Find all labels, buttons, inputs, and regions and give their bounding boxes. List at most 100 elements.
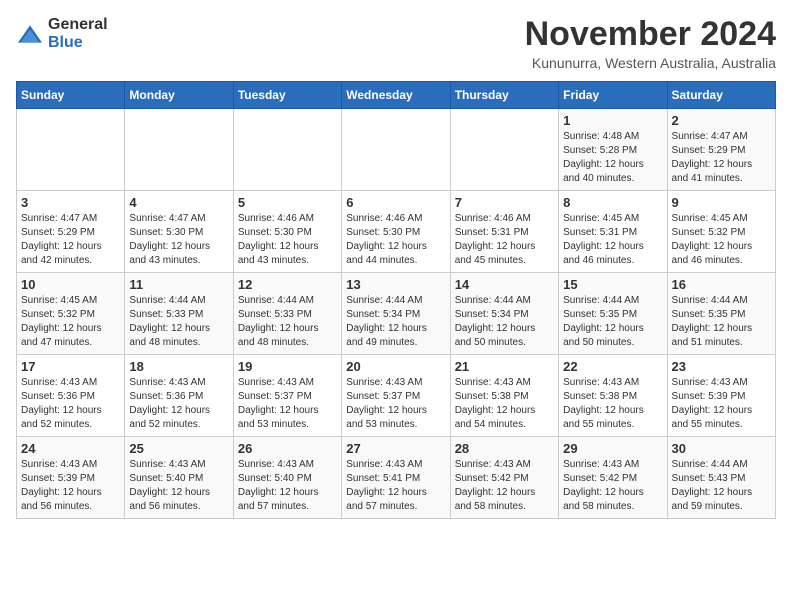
- week-row-2: 10Sunrise: 4:45 AM Sunset: 5:32 PM Dayli…: [17, 273, 776, 355]
- logo-icon: [16, 24, 44, 44]
- day-number: 13: [346, 277, 445, 292]
- calendar-cell: 29Sunrise: 4:43 AM Sunset: 5:42 PM Dayli…: [559, 437, 667, 519]
- calendar-cell: 18 Sunrise: 4:43 AM Sunset: 5:36 PM Dayli…: [125, 355, 233, 437]
- day-number: 23: [672, 359, 771, 374]
- day-number: 14: [455, 277, 554, 292]
- day-number: 8: [563, 195, 662, 210]
- calendar-header: SundayMondayTuesdayWednesdayThursdayFrid…: [17, 82, 776, 109]
- weekday-header-wednesday: Wednesday: [342, 82, 450, 109]
- day-info: Sunrise: 4:43 AM Sunset: 5:37 PM Dayligh…: [238, 376, 337, 432]
- day-info: Sunrise: 4:44 AM Sunset: 5:34 PM Dayligh…: [346, 294, 445, 350]
- day-number: 19: [238, 359, 337, 374]
- day-info: Sunrise: 4:44 AM Sunset: 5:35 PM Dayligh…: [563, 294, 662, 350]
- day-info: Sunrise: 4:44 AM Sunset: 5:35 PM Dayligh…: [672, 294, 771, 350]
- calendar-cell: 1Sunrise: 4:48 AM Sunset: 5:28 PM Daylig…: [559, 109, 667, 191]
- day-info: Sunrise: 4:46 AM Sunset: 5:31 PM Dayligh…: [455, 212, 554, 268]
- day-info: Sunrise: 4:43 AM Sunset: 5:41 PM Dayligh…: [346, 458, 445, 514]
- day-number: 17: [21, 359, 120, 374]
- day-info: Sunrise: 4:43 AM Sunset: 5:38 PM Dayligh…: [455, 376, 554, 432]
- header: General Blue November 2024 Kununurra, We…: [16, 16, 776, 71]
- calendar-cell: 23 Sunrise: 4:43 AM Sunset: 5:39 PM Dayli…: [667, 355, 775, 437]
- day-number: 29: [563, 441, 662, 456]
- day-number: 27: [346, 441, 445, 456]
- day-number: 6: [346, 195, 445, 210]
- day-number: 21: [455, 359, 554, 374]
- calendar-cell: 25Sunrise: 4:43 AM Sunset: 5:40 PM Dayli…: [125, 437, 233, 519]
- calendar-cell: 24 Sunrise: 4:43 AM Sunset: 5:39 PM Dayli…: [17, 437, 125, 519]
- calendar-cell: 30 Sunrise: 4:44 AM Sunset: 5:43 PM Dayli…: [667, 437, 775, 519]
- week-row-3: 17 Sunrise: 4:43 AM Sunset: 5:36 PM Dayli…: [17, 355, 776, 437]
- day-info: Sunrise: 4:43 AM Sunset: 5:36 PM Dayligh…: [21, 376, 120, 432]
- day-number: 24: [21, 441, 120, 456]
- day-number: 5: [238, 195, 337, 210]
- day-info: Sunrise: 4:43 AM Sunset: 5:40 PM Dayligh…: [238, 458, 337, 514]
- day-number: 3: [21, 195, 120, 210]
- calendar-table: SundayMondayTuesdayWednesdayThursdayFrid…: [16, 81, 776, 519]
- logo-general: General: [48, 16, 108, 33]
- calendar-cell: 15 Sunrise: 4:44 AM Sunset: 5:35 PM Dayli…: [559, 273, 667, 355]
- day-number: 4: [129, 195, 228, 210]
- calendar-cell: 13 Sunrise: 4:44 AM Sunset: 5:34 PM Dayli…: [342, 273, 450, 355]
- day-number: 1: [563, 113, 662, 128]
- calendar-cell: 11 Sunrise: 4:44 AM Sunset: 5:33 PM Dayli…: [125, 273, 233, 355]
- calendar-body: 1Sunrise: 4:48 AM Sunset: 5:28 PM Daylig…: [17, 109, 776, 519]
- weekday-header-monday: Monday: [125, 82, 233, 109]
- day-info: Sunrise: 4:46 AM Sunset: 5:30 PM Dayligh…: [238, 212, 337, 268]
- weekday-header-friday: Friday: [559, 82, 667, 109]
- day-number: 12: [238, 277, 337, 292]
- calendar-cell: 21 Sunrise: 4:43 AM Sunset: 5:38 PM Dayli…: [450, 355, 558, 437]
- day-info: Sunrise: 4:43 AM Sunset: 5:40 PM Dayligh…: [129, 458, 228, 514]
- day-info: Sunrise: 4:47 AM Sunset: 5:30 PM Dayligh…: [129, 212, 228, 268]
- header-row: SundayMondayTuesdayWednesdayThursdayFrid…: [17, 82, 776, 109]
- page-subtitle: Kununurra, Western Australia, Australia: [525, 55, 776, 71]
- calendar-cell: 22 Sunrise: 4:43 AM Sunset: 5:38 PM Dayli…: [559, 355, 667, 437]
- logo: General Blue: [16, 16, 108, 52]
- day-number: 18: [129, 359, 228, 374]
- day-info: Sunrise: 4:47 AM Sunset: 5:29 PM Dayligh…: [672, 130, 771, 186]
- calendar-cell: [17, 109, 125, 191]
- week-row-1: 3 Sunrise: 4:47 AM Sunset: 5:29 PM Daylig…: [17, 191, 776, 273]
- weekday-header-tuesday: Tuesday: [233, 82, 341, 109]
- calendar-cell: 17 Sunrise: 4:43 AM Sunset: 5:36 PM Dayli…: [17, 355, 125, 437]
- day-info: Sunrise: 4:45 AM Sunset: 5:31 PM Dayligh…: [563, 212, 662, 268]
- day-info: Sunrise: 4:43 AM Sunset: 5:38 PM Dayligh…: [563, 376, 662, 432]
- calendar-cell: 19 Sunrise: 4:43 AM Sunset: 5:37 PM Dayli…: [233, 355, 341, 437]
- day-number: 15: [563, 277, 662, 292]
- weekday-header-sunday: Sunday: [17, 82, 125, 109]
- calendar-cell: 8 Sunrise: 4:45 AM Sunset: 5:31 PM Daylig…: [559, 191, 667, 273]
- day-info: Sunrise: 4:47 AM Sunset: 5:29 PM Dayligh…: [21, 212, 120, 268]
- calendar-cell: 4 Sunrise: 4:47 AM Sunset: 5:30 PM Daylig…: [125, 191, 233, 273]
- day-info: Sunrise: 4:43 AM Sunset: 5:36 PM Dayligh…: [129, 376, 228, 432]
- day-number: 22: [563, 359, 662, 374]
- page-title: November 2024: [525, 16, 776, 53]
- day-number: 2: [672, 113, 771, 128]
- logo-blue: Blue: [48, 34, 83, 51]
- day-info: Sunrise: 4:44 AM Sunset: 5:43 PM Dayligh…: [672, 458, 771, 514]
- calendar-cell: 27 Sunrise: 4:43 AM Sunset: 5:41 PM Dayli…: [342, 437, 450, 519]
- day-number: 16: [672, 277, 771, 292]
- day-number: 20: [346, 359, 445, 374]
- day-number: 9: [672, 195, 771, 210]
- calendar-cell: 6Sunrise: 4:46 AM Sunset: 5:30 PM Daylig…: [342, 191, 450, 273]
- day-number: 30: [672, 441, 771, 456]
- calendar-cell: 9Sunrise: 4:45 AM Sunset: 5:32 PM Daylig…: [667, 191, 775, 273]
- day-info: Sunrise: 4:43 AM Sunset: 5:39 PM Dayligh…: [672, 376, 771, 432]
- day-info: Sunrise: 4:43 AM Sunset: 5:37 PM Dayligh…: [346, 376, 445, 432]
- calendar-cell: 12Sunrise: 4:44 AM Sunset: 5:33 PM Dayli…: [233, 273, 341, 355]
- calendar-cell: [450, 109, 558, 191]
- day-info: Sunrise: 4:44 AM Sunset: 5:33 PM Dayligh…: [129, 294, 228, 350]
- day-info: Sunrise: 4:45 AM Sunset: 5:32 PM Dayligh…: [21, 294, 120, 350]
- day-info: Sunrise: 4:43 AM Sunset: 5:42 PM Dayligh…: [455, 458, 554, 514]
- day-number: 11: [129, 277, 228, 292]
- week-row-4: 24 Sunrise: 4:43 AM Sunset: 5:39 PM Dayli…: [17, 437, 776, 519]
- weekday-header-saturday: Saturday: [667, 82, 775, 109]
- day-info: Sunrise: 4:43 AM Sunset: 5:39 PM Dayligh…: [21, 458, 120, 514]
- calendar-cell: 20 Sunrise: 4:43 AM Sunset: 5:37 PM Dayli…: [342, 355, 450, 437]
- calendar-cell: 14 Sunrise: 4:44 AM Sunset: 5:34 PM Dayli…: [450, 273, 558, 355]
- day-info: Sunrise: 4:44 AM Sunset: 5:34 PM Dayligh…: [455, 294, 554, 350]
- calendar-cell: 28Sunrise: 4:43 AM Sunset: 5:42 PM Dayli…: [450, 437, 558, 519]
- calendar-cell: [125, 109, 233, 191]
- calendar-cell: [342, 109, 450, 191]
- title-area: November 2024 Kununurra, Western Austral…: [525, 16, 776, 71]
- calendar-cell: 3 Sunrise: 4:47 AM Sunset: 5:29 PM Daylig…: [17, 191, 125, 273]
